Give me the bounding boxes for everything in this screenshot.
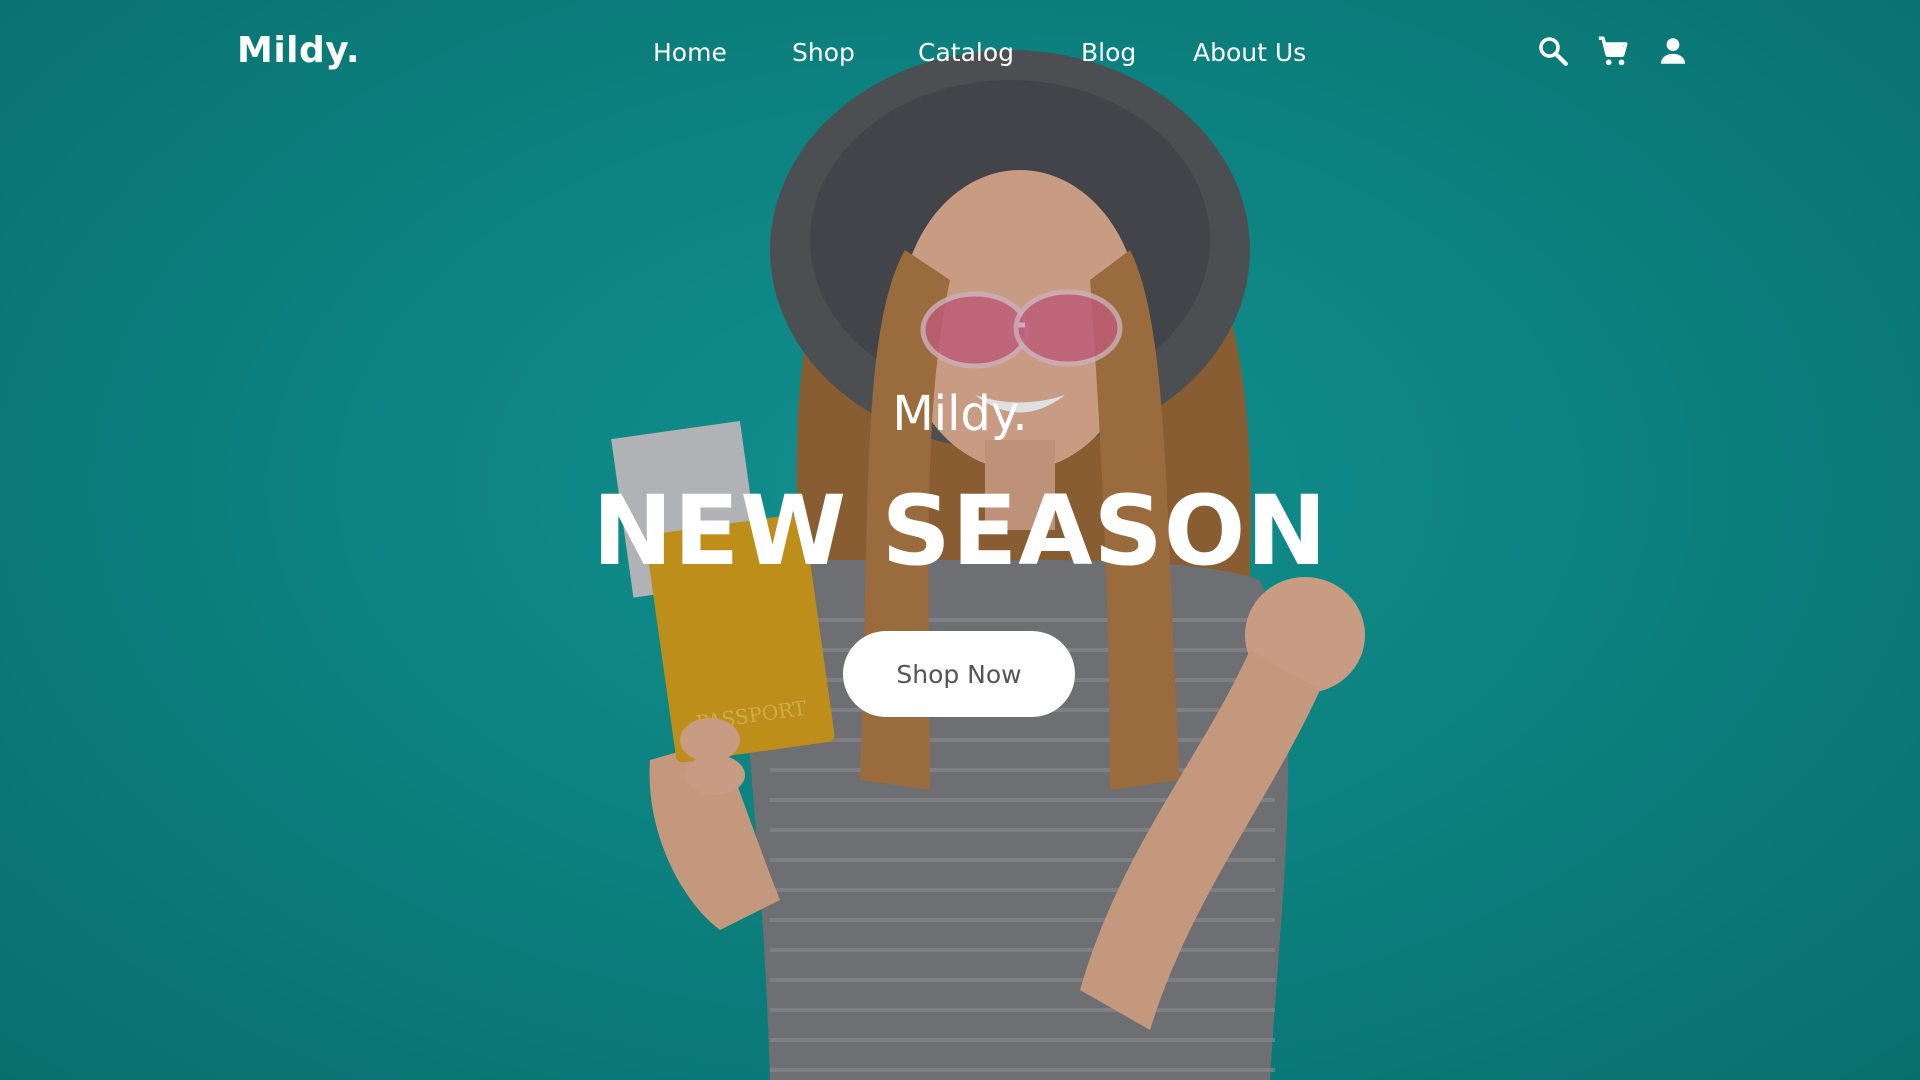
hero-headline: NEW SEASON: [592, 475, 1328, 587]
shop-now-button[interactable]: Shop Now: [843, 631, 1075, 717]
nav-about-us[interactable]: About Us: [1193, 38, 1306, 67]
nav-shop[interactable]: Shop: [792, 38, 855, 67]
nav-blog[interactable]: Blog: [1081, 38, 1136, 67]
hero-brand: Mildy.: [892, 386, 1028, 442]
search-icon[interactable]: [1536, 34, 1570, 68]
hero-section: PASSPORT Mildy. Home Shop Catalog Blog A…: [0, 0, 1920, 1080]
nav-home[interactable]: Home: [653, 38, 727, 67]
cart-icon[interactable]: [1596, 34, 1630, 68]
nav-catalog[interactable]: Catalog: [918, 38, 1014, 67]
header-icons: [1536, 34, 1690, 68]
user-icon[interactable]: [1656, 34, 1690, 68]
